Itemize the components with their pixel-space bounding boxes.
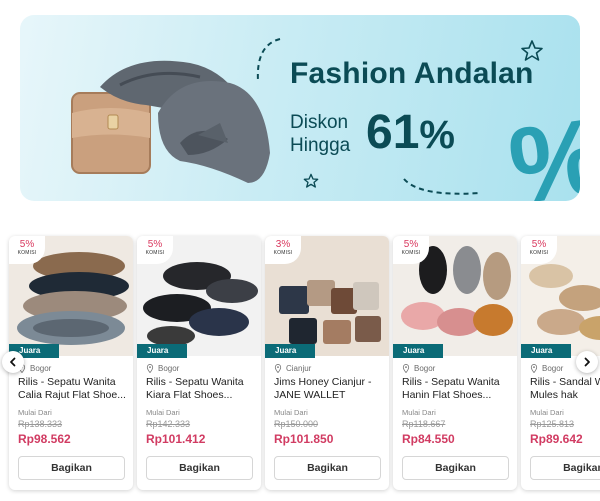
big-percent-graphic: %	[501, 93, 580, 201]
original-price: Rp138.333	[18, 419, 63, 429]
product-card[interactable]: 5% KOMISI Juara Bogor Rilis - Sepatu Wan…	[393, 236, 517, 490]
star-outline-icon	[303, 173, 319, 188]
commission-value: 3%	[275, 239, 291, 250]
discount-price: Rp101.850	[274, 432, 334, 446]
banner-title: Fashion Andalan	[290, 57, 534, 90]
location-text: Bogor	[158, 364, 180, 373]
shoes-wallet-illustration	[71, 60, 270, 183]
product-card[interactable]: 5% KOMISI Juara Bogor Rilis - Sepatu Wan…	[137, 236, 261, 490]
carousel-prev-button[interactable]	[2, 351, 24, 373]
dashed-curve-decoration	[256, 38, 281, 82]
location-text: Bogor	[30, 364, 52, 373]
location: Bogor	[530, 364, 563, 373]
discount-price: Rp101.412	[146, 432, 206, 446]
original-price: Rp142.333	[146, 419, 191, 429]
product-carousel: 5% KOMISI Juara Bogor Rilis - Sepatu Wan…	[0, 230, 600, 501]
location-pin-icon	[402, 364, 410, 373]
commission-label: KOMISI	[145, 250, 165, 256]
product-name[interactable]: Rilis - Sepatu Wanita Calia Rajut Flat S…	[18, 376, 130, 402]
location-text: Bogor	[414, 364, 436, 373]
location-text: Cianjur	[286, 364, 312, 373]
discount-price: Rp84.550	[402, 432, 455, 446]
commission-label: KOMISI	[401, 250, 421, 256]
commission-badge: 3% KOMISI	[265, 236, 301, 264]
commission-value: 5%	[531, 239, 547, 250]
product-card[interactable]: 5% KOMISI Juara Bogor Rilis - Sepatu Wan…	[9, 236, 133, 490]
price-start-label: Mulai Dari	[530, 408, 564, 417]
product-card[interactable]: 3% KOMISI Juara Cianjur Jims Honey Cianj…	[265, 236, 389, 490]
juara-badge: Juara	[521, 344, 571, 358]
original-price: Rp125.813	[530, 419, 575, 429]
share-button[interactable]: Bagikan	[18, 456, 125, 480]
discount-unit: %	[419, 113, 455, 157]
discount-price: Rp98.562	[18, 432, 71, 446]
location-pin-icon	[530, 364, 538, 373]
chevron-left-icon	[10, 357, 16, 367]
discount-price: Rp89.642	[530, 432, 583, 446]
product-name[interactable]: Rilis - Sepatu Wanita Hanin Flat Shoes..…	[402, 376, 514, 402]
commission-badge: 5% KOMISI	[521, 236, 557, 264]
commission-label: KOMISI	[17, 250, 37, 256]
original-price: Rp118.667	[402, 419, 446, 429]
location: Bogor	[402, 364, 435, 373]
juara-badge: Juara	[137, 344, 187, 358]
share-button[interactable]: Bagikan	[402, 456, 509, 480]
commission-label: KOMISI	[273, 250, 293, 256]
star-outline-icon	[521, 40, 543, 61]
dashed-curve-decoration	[403, 178, 481, 195]
location-pin-icon	[146, 364, 154, 373]
chevron-right-icon	[584, 357, 590, 367]
original-price: Rp150.000	[274, 419, 319, 429]
location-text: Bogor	[542, 364, 564, 373]
location: Bogor	[146, 364, 179, 373]
location: Cianjur	[274, 364, 311, 373]
share-button[interactable]: Bagikan	[274, 456, 381, 480]
promo-banner[interactable]: Fashion Andalan Diskon Hingga 61% %	[20, 15, 580, 201]
commission-value: 5%	[403, 239, 419, 250]
commission-badge: 5% KOMISI	[137, 236, 173, 264]
banner-subtitle-line2: Hingga	[290, 135, 351, 156]
price-start-label: Mulai Dari	[274, 408, 308, 417]
commission-value: 5%	[147, 239, 163, 250]
product-name[interactable]: Jims Honey Cianjur - JANE WALLET	[274, 376, 386, 402]
juara-badge: Juara	[265, 344, 315, 358]
share-button[interactable]: Bagikan	[146, 456, 253, 480]
price-start-label: Mulai Dari	[402, 408, 436, 417]
commission-label: KOMISI	[529, 250, 549, 256]
product-name[interactable]: Rilis - Sandal W Elsa Mules hak	[530, 376, 600, 402]
juara-badge: Juara	[393, 344, 443, 358]
carousel-next-button[interactable]	[576, 351, 598, 373]
product-name[interactable]: Rilis - Sepatu Wanita Kiara Flat Shoes..…	[146, 376, 258, 402]
banner-subtitle: Diskon Hingga	[290, 111, 350, 157]
commission-badge: 5% KOMISI	[9, 236, 45, 264]
discount-value: 61%	[366, 105, 455, 160]
discount-number: 61	[366, 106, 420, 159]
commission-value: 5%	[19, 239, 35, 250]
price-start-label: Mulai Dari	[146, 408, 180, 417]
price-start-label: Mulai Dari	[18, 408, 52, 417]
banner-subtitle-line1: Diskon	[290, 112, 349, 133]
location-pin-icon	[274, 364, 282, 373]
commission-badge: 5% KOMISI	[393, 236, 429, 264]
share-button[interactable]: Bagikan	[530, 456, 600, 480]
